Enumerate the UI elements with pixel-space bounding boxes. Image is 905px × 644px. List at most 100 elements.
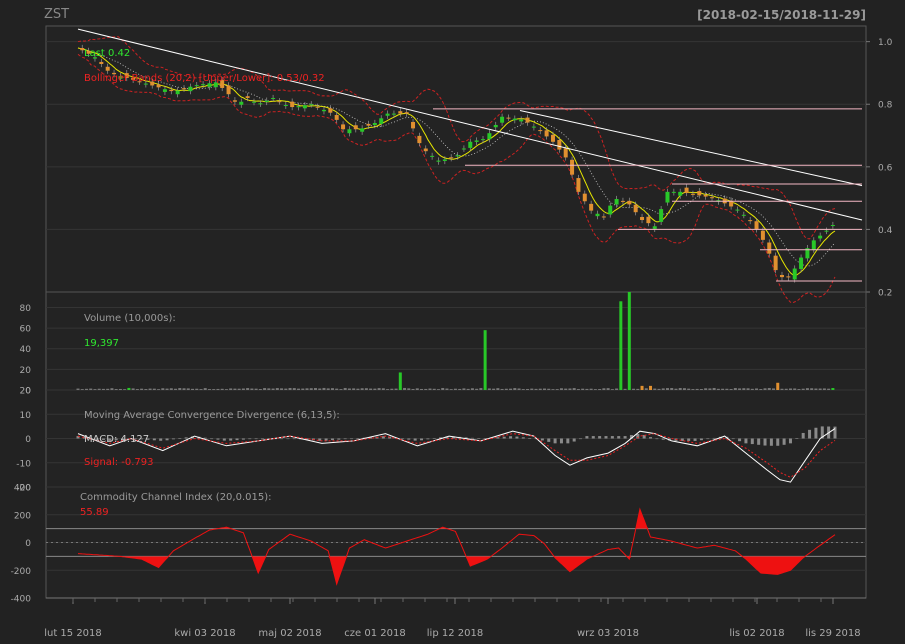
candle-body [411, 121, 416, 129]
y-tick-label: 10 [20, 411, 32, 421]
candle-body [468, 141, 473, 148]
candle-body [449, 157, 454, 159]
volume-bar [436, 389, 440, 390]
candle-body [436, 160, 441, 162]
macd-histogram-bar [178, 438, 182, 439]
volume-bar [542, 388, 546, 390]
last-price-label: Last 0.42 [84, 48, 130, 59]
candle-body [493, 124, 498, 128]
volume-bar [258, 389, 262, 390]
volume-bar [360, 388, 364, 390]
volume-bar [640, 385, 644, 390]
chart-svg: 0.20.40.60.81.0020406080-20-1001020-400-… [11, 7, 893, 639]
candle-body [779, 274, 784, 278]
candle-body [169, 89, 174, 92]
candle-body [824, 230, 829, 232]
y-tick-label: 0.8 [878, 101, 893, 111]
volume-bar [449, 389, 453, 390]
candle-body [258, 103, 263, 105]
y-tick-label: -10 [16, 459, 31, 469]
volume-bar [369, 388, 373, 390]
candle-body [455, 155, 460, 157]
candle-body [423, 148, 428, 152]
volume-bar [207, 389, 211, 390]
macd-histogram-bar [280, 438, 284, 440]
volume-bar [186, 388, 190, 390]
volume-bar [424, 388, 428, 390]
candle-body [398, 111, 403, 114]
volume-bar [555, 389, 559, 390]
volume-bar [742, 388, 746, 390]
volume-bar [169, 388, 173, 390]
volume-bar [674, 388, 678, 390]
volume-bar [619, 301, 623, 390]
volume-bar [220, 388, 224, 390]
volume-bar [466, 388, 470, 390]
volume-bar [140, 388, 144, 390]
candle-body [309, 104, 314, 106]
volume-bar [182, 388, 186, 390]
volume-bar [415, 388, 419, 390]
volume-bar [661, 388, 665, 390]
macd-histogram-bar [591, 436, 595, 439]
macd-histogram-bar [712, 437, 716, 439]
volume-bar [576, 389, 580, 390]
candle-body [640, 216, 645, 221]
volume-bar [632, 388, 636, 390]
volume-bar [199, 389, 203, 390]
candle-body [175, 90, 180, 95]
y-tick-label: 200 [14, 511, 31, 521]
candle-body [799, 257, 804, 269]
macd-histogram-bar [604, 436, 608, 439]
macd-histogram-bar [235, 438, 239, 441]
candle-body [671, 191, 676, 193]
macd-histogram-bar [203, 437, 207, 439]
candle-body [417, 135, 422, 144]
candle-body [251, 101, 256, 103]
volume-bar [691, 389, 695, 390]
volume-bar [292, 388, 296, 390]
candle-body [366, 123, 371, 126]
candle-body [461, 148, 466, 150]
x-tick-label: maj 02 2018 [258, 628, 321, 639]
candle-body [690, 193, 695, 195]
volume-bar [144, 389, 148, 390]
candle-body [735, 209, 740, 211]
volume-bar [462, 388, 466, 390]
candle-body [430, 155, 435, 157]
volume-bar [114, 389, 118, 390]
candle-body [620, 200, 625, 202]
volume-bar [309, 388, 313, 390]
volume-bar [470, 388, 474, 390]
volume-bar [233, 388, 237, 390]
candle-body [481, 139, 486, 141]
volume-bar [131, 388, 135, 390]
date-range: [2018-02-15/2018-11-29] [697, 8, 866, 22]
volume-bar [411, 388, 415, 390]
volume-bar [564, 388, 568, 390]
y-tick-label: 60 [20, 325, 32, 335]
panel-volume [45, 291, 867, 391]
volume-bar [101, 388, 105, 390]
macd-histogram-bar [750, 438, 754, 445]
macd-histogram-bar [229, 438, 233, 441]
macd-histogram-bar [502, 436, 506, 439]
candle-body [404, 112, 409, 114]
macd-histogram-bar [254, 438, 258, 440]
candle-body [710, 197, 715, 199]
macd-histogram-bar [420, 438, 424, 441]
candle-body [563, 148, 568, 158]
volume-bar [810, 388, 814, 390]
volume-bar [687, 388, 691, 390]
macd-histogram-bar [833, 426, 837, 439]
volume-bar [135, 389, 139, 390]
candle-body [754, 221, 759, 230]
y-tick-label: 40 [20, 345, 32, 355]
volume-bar [704, 388, 708, 390]
candle-body [201, 84, 206, 86]
volume-bar [305, 388, 309, 390]
candle-body [748, 220, 753, 222]
volume-bar [682, 388, 686, 390]
candle-body [741, 214, 746, 216]
volume-bar [212, 389, 216, 390]
